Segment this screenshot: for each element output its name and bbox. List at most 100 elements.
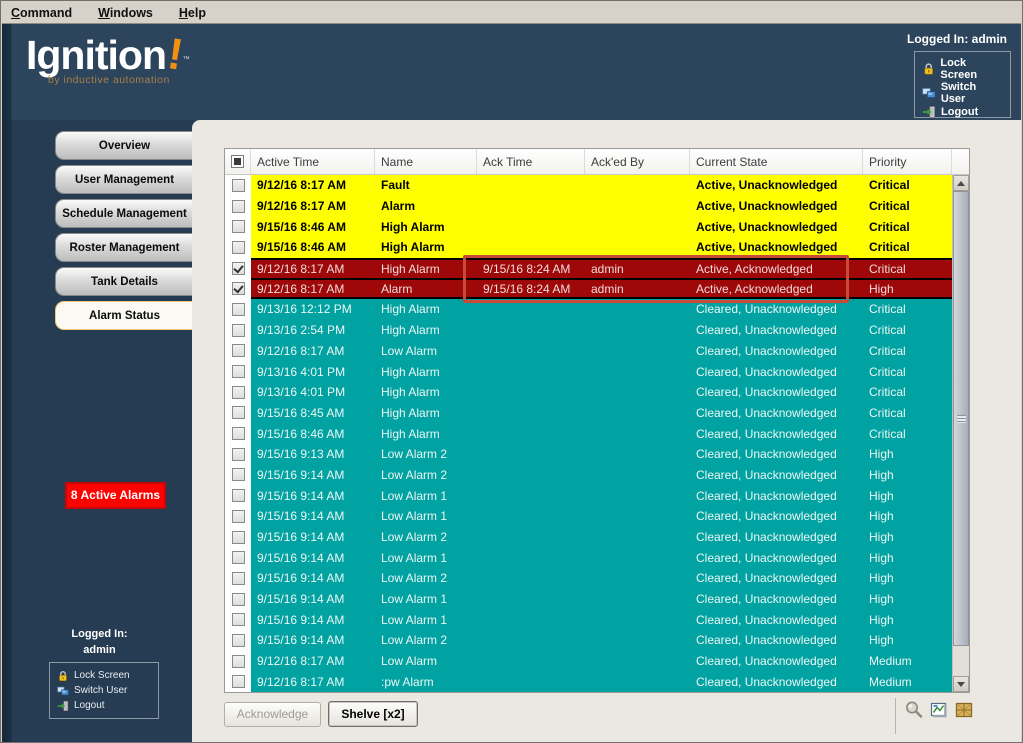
cell-current-state: Cleared, Unacknowledged <box>690 609 863 630</box>
row-checkbox[interactable] <box>232 448 245 461</box>
alarm-row[interactable]: 9/15/16 8:46 AMHigh AlarmCleared, Unackn… <box>225 423 952 444</box>
alarm-row[interactable]: 9/13/16 12:12 PMHigh AlarmCleared, Unack… <box>225 299 952 320</box>
search-icon[interactable] <box>904 700 924 720</box>
cell-active-time: 9/13/16 12:12 PM <box>251 299 375 320</box>
shelve-button[interactable]: Shelve [x2] <box>328 701 418 727</box>
menu-item-command[interactable]: Command <box>11 6 72 20</box>
scrollbar-down-button[interactable] <box>953 676 969 692</box>
row-checkbox[interactable] <box>232 427 245 440</box>
row-checkbox[interactable] <box>232 282 245 295</box>
alarm-row[interactable]: 9/13/16 4:01 PMHigh AlarmCleared, Unackn… <box>225 361 952 382</box>
alarm-row[interactable]: 9/15/16 9:14 AMLow Alarm 2Cleared, Unack… <box>225 630 952 651</box>
alarm-row[interactable]: 9/15/16 9:13 AMLow Alarm 2Cleared, Unack… <box>225 444 952 465</box>
row-checkbox[interactable] <box>232 593 245 606</box>
alarm-row[interactable]: 9/15/16 9:14 AMLow Alarm 1Cleared, Unack… <box>225 589 952 610</box>
switch-user-button[interactable]: Switch User <box>922 81 1003 105</box>
alarm-row[interactable]: 9/12/16 8:17 AM:pw AlarmCleared, Unackno… <box>225 672 952 693</box>
alarm-row[interactable]: 9/15/16 9:14 AMLow Alarm 1Cleared, Unack… <box>225 609 952 630</box>
scrollbar-track[interactable] <box>953 191 969 676</box>
sidebar-tab-schedule-management[interactable]: Schedule Management <box>55 199 193 228</box>
header-cell-ack-time[interactable]: Ack Time <box>477 149 585 174</box>
row-checkbox[interactable] <box>232 613 245 626</box>
vertical-scrollbar[interactable] <box>952 175 969 692</box>
select-all-checkbox[interactable] <box>231 155 244 168</box>
alarm-row[interactable]: 9/15/16 8:45 AMHigh AlarmCleared, Unackn… <box>225 403 952 424</box>
row-checkbox[interactable] <box>232 675 245 688</box>
sidebar-tab-user-management[interactable]: User Management <box>55 165 193 194</box>
cell-active-time: 9/15/16 9:14 AM <box>251 465 375 486</box>
alarm-row[interactable]: 9/15/16 9:14 AMLow Alarm 2Cleared, Unack… <box>225 527 952 548</box>
row-checkbox[interactable] <box>232 489 245 502</box>
row-checkbox[interactable] <box>232 179 245 192</box>
row-checkbox[interactable] <box>232 220 245 233</box>
alarm-row[interactable]: 9/12/16 8:17 AMHigh Alarm9/15/16 8:24 AM… <box>225 258 952 279</box>
sidebar-tab-tank-details[interactable]: Tank Details <box>55 267 193 296</box>
scrollbar-thumb[interactable] <box>953 191 969 646</box>
logo-title: Ignition <box>26 32 166 78</box>
header-cell-name[interactable]: Name <box>375 149 477 174</box>
sidebar-tab-overview[interactable]: Overview <box>55 131 193 160</box>
row-checkbox[interactable] <box>232 510 245 523</box>
alarm-row[interactable]: 9/15/16 9:14 AMLow Alarm 2Cleared, Unack… <box>225 465 952 486</box>
cell-acked-by <box>585 196 690 217</box>
alarm-row[interactable]: 9/15/16 9:14 AMLow Alarm 1Cleared, Unack… <box>225 547 952 568</box>
alarm-row[interactable]: 9/12/16 8:17 AMAlarm9/15/16 8:24 AMadmin… <box>225 278 952 299</box>
acknowledge-button[interactable]: Acknowledge <box>224 702 321 727</box>
cell-ack-time <box>477 196 585 217</box>
alarm-row[interactable]: 9/15/16 8:46 AMHigh AlarmActive, Unackno… <box>225 216 952 237</box>
alarm-row[interactable]: 9/15/16 9:14 AMLow Alarm 2Cleared, Unack… <box>225 568 952 589</box>
sidebar-tab-alarm-status[interactable]: Alarm Status <box>55 301 193 330</box>
lock-screen-button[interactable]: Lock Screen <box>922 57 1003 81</box>
row-checkbox[interactable] <box>232 386 245 399</box>
scrollbar-up-button[interactable] <box>953 175 969 191</box>
menu-item-help[interactable]: Help <box>179 6 206 20</box>
alarm-row[interactable]: 9/12/16 8:17 AMAlarmActive, Unacknowledg… <box>225 196 952 217</box>
cell-active-time: 9/12/16 8:17 AM <box>251 196 375 217</box>
alarm-row[interactable]: 9/15/16 8:46 AMHigh AlarmActive, Unackno… <box>225 237 952 258</box>
row-checkbox[interactable] <box>232 262 245 275</box>
alarm-row[interactable]: 9/15/16 9:14 AMLow Alarm 1Cleared, Unack… <box>225 485 952 506</box>
row-checkbox[interactable] <box>232 531 245 544</box>
header-cell-ack-ed-by[interactable]: Ack'ed By <box>585 149 690 174</box>
cell-name: Fault <box>375 175 477 196</box>
header-cell-priority[interactable]: Priority <box>863 149 952 174</box>
row-checkbox[interactable] <box>232 551 245 564</box>
sidebar-tab-roster-management[interactable]: Roster Management <box>55 233 193 262</box>
chart-export-icon[interactable] <box>929 700 949 720</box>
cell-priority: Critical <box>863 237 952 258</box>
cell-acked-by <box>585 589 690 610</box>
cell-active-time: 9/12/16 8:17 AM <box>251 341 375 362</box>
cell-ack-time <box>477 485 585 506</box>
cell-current-state: Cleared, Unacknowledged <box>690 527 863 548</box>
cell-current-state: Cleared, Unacknowledged <box>690 506 863 527</box>
lock-screen-button[interactable]: Lock Screen <box>57 670 151 682</box>
row-checkbox[interactable] <box>232 655 245 668</box>
row-checkbox[interactable] <box>232 200 245 213</box>
row-checkbox[interactable] <box>232 324 245 337</box>
alarm-row[interactable]: 9/12/16 8:17 AMLow AlarmCleared, Unackno… <box>225 651 952 672</box>
cell-active-time: 9/15/16 8:45 AM <box>251 403 375 424</box>
logout-button[interactable]: Logout <box>57 700 151 712</box>
row-checkbox[interactable] <box>232 344 245 357</box>
header-cell-active-time[interactable]: Active Time <box>251 149 375 174</box>
alarm-row[interactable]: 9/12/16 8:17 AMFaultActive, Unacknowledg… <box>225 175 952 196</box>
row-checkbox[interactable] <box>232 634 245 647</box>
alarm-row[interactable]: 9/13/16 4:01 PMHigh AlarmCleared, Unackn… <box>225 382 952 403</box>
row-checkbox[interactable] <box>232 241 245 254</box>
switch-user-button[interactable]: Switch User <box>57 685 151 697</box>
cell-ack-time <box>477 527 585 548</box>
row-checkbox[interactable] <box>232 303 245 316</box>
shelved-alarms-icon[interactable] <box>954 700 974 720</box>
alarm-row[interactable]: 9/15/16 9:14 AMLow Alarm 1Cleared, Unack… <box>225 506 952 527</box>
row-cells: 9/15/16 9:14 AMLow Alarm 1Cleared, Unack… <box>251 589 952 610</box>
logout-button[interactable]: Logout <box>922 105 1003 119</box>
alarm-row[interactable]: 9/13/16 2:54 PMHigh AlarmCleared, Unackn… <box>225 320 952 341</box>
header-cell-current-state[interactable]: Current State <box>690 149 863 174</box>
menu-item-windows[interactable]: Windows <box>98 6 153 20</box>
row-checkbox[interactable] <box>232 572 245 585</box>
cell-active-time: 9/12/16 8:17 AM <box>251 260 375 279</box>
alarm-row[interactable]: 9/12/16 8:17 AMLow AlarmCleared, Unackno… <box>225 341 952 362</box>
row-checkbox[interactable] <box>232 468 245 481</box>
row-checkbox[interactable] <box>232 365 245 378</box>
row-checkbox[interactable] <box>232 406 245 419</box>
